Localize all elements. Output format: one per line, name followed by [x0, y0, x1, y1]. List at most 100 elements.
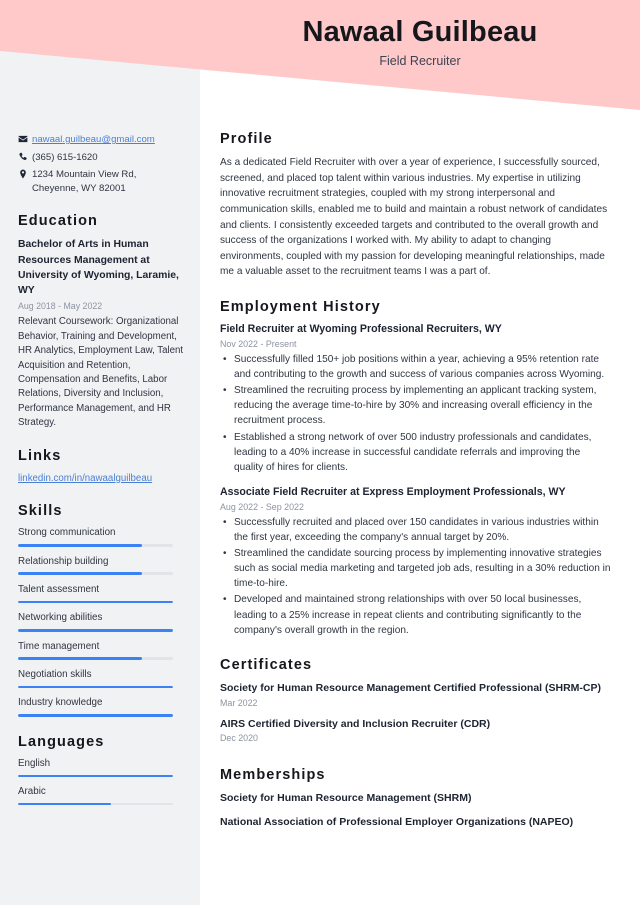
employment-heading: Employment History [220, 299, 381, 316]
skill-level-fill [18, 685, 173, 689]
skill-level-bar [18, 657, 173, 661]
employment-entry: Field Recruiter at Wyoming Professional … [220, 323, 612, 475]
contact-email-text[interactable]: nawaal.guilbeau@gmail.com [32, 133, 186, 147]
employment-list: Field Recruiter at Wyoming Professional … [220, 323, 612, 638]
profile-heading: Profile [220, 131, 273, 147]
skill-level-fill [18, 600, 173, 604]
certificates-heading: Certificates [220, 656, 313, 673]
profile-section: Profile As a dedicated Field Recruiter w… [220, 131, 612, 280]
candidate-name: Nawaal Guilbeau [302, 16, 538, 48]
languages-section: Languages English Arabic [18, 734, 186, 806]
skill-level-bar [18, 572, 173, 576]
employment-bullet: Streamlined the candidate sourcing proce… [220, 546, 612, 591]
certificate-entry: Society for Human Resource Management Ce… [220, 681, 612, 708]
contact-list: nawaal.guilbeau@gmail.com (365) 615-1620… [18, 133, 186, 195]
sidebar: nawaal.guilbeau@gmail.com (365) 615-1620… [0, 120, 200, 822]
main-column: Profile As a dedicated Field Recruiter w… [200, 120, 640, 849]
certificate-name: AIRS Certified Diversity and Inclusion R… [220, 717, 491, 730]
employment-bullet: Streamlined the recruiting process by im… [220, 383, 612, 428]
certificates-list: Society for Human Resource Management Ce… [220, 681, 612, 743]
certificate-name: Society for Human Resource Management Ce… [220, 681, 601, 694]
location-pin-icon [18, 168, 32, 179]
certificate-date: Mar 2022 [220, 697, 258, 708]
skill-label: Industry knowledge [18, 697, 103, 709]
skill-label: Negotiation skills [18, 669, 92, 681]
skill-level-fill [18, 629, 173, 632]
languages-list: English Arabic [18, 758, 186, 806]
employment-section: Employment History Field Recruiter at Wy… [220, 299, 612, 638]
contact-address-text: 1234 Mountain View Rd, Cheyenne, WY 8200… [32, 169, 137, 194]
skill-level-bar [18, 802, 173, 806]
skill-level-fill [18, 544, 142, 547]
skill-item: Negotiation skills [18, 669, 186, 689]
skill-item: Talent assessment [18, 584, 186, 604]
education-degree: Bachelor of Arts in Human Resources Mana… [18, 239, 179, 296]
employment-dates: Nov 2022 - Present [220, 338, 297, 349]
resume-document: Nawaal Guilbeau Field Recruiter nawaal.g… [0, 0, 640, 905]
skill-label: Talent assessment [18, 584, 100, 596]
contact-email-row[interactable]: nawaal.guilbeau@gmail.com [18, 133, 186, 147]
education-dates: Aug 2018 - May 2022 [18, 301, 103, 312]
employment-bullet: Successfully filled 150+ job positions w… [220, 352, 612, 382]
links-section: Links linkedin.com/in/nawaalguilbeau [18, 448, 186, 487]
employment-bullet: Developed and maintained strong relation… [220, 592, 612, 637]
skill-label: Time management [18, 640, 100, 652]
membership-name: Society for Human Resource Management (S… [220, 792, 472, 805]
links-heading: Links [18, 447, 62, 464]
membership-name: National Association of Professional Emp… [220, 815, 574, 828]
employment-entry: Associate Field Recruiter at Express Emp… [220, 486, 612, 638]
contact-phone-row: (365) 615-1620 [18, 151, 186, 165]
skill-label: Arabic [18, 786, 46, 798]
contact-address-row: 1234 Mountain View Rd, Cheyenne, WY 8200… [18, 168, 186, 195]
skill-label: Networking abilities [18, 612, 103, 624]
skill-item: Arabic [18, 786, 186, 806]
skill-label: English [18, 757, 51, 769]
skill-level-fill [18, 657, 142, 661]
employment-bullets: Successfully filled 150+ job positions w… [220, 352, 612, 475]
envelope-icon [18, 133, 32, 144]
employment-dates: Aug 2022 - Sep 2022 [220, 501, 304, 512]
skills-section: Skills Strong communication Relationship … [18, 503, 186, 717]
skill-label: Relationship building [18, 555, 109, 567]
skills-list: Strong communication Relationship buildin… [18, 527, 186, 717]
skill-item: Strong communication [18, 527, 186, 547]
skill-level-bar [18, 600, 173, 604]
skill-level-bar [18, 629, 173, 632]
skills-heading: Skills [18, 503, 63, 520]
link-linkedin[interactable]: linkedin.com/in/nawaalguilbeau [18, 473, 152, 484]
memberships-section: Memberships Society for Human Resource M… [220, 767, 612, 829]
skill-item: Networking abilities [18, 612, 186, 632]
skill-level-bar [18, 544, 173, 547]
certificate-entry: AIRS Certified Diversity and Inclusion R… [220, 717, 612, 744]
employment-bullet: Successfully recruited and placed over 1… [220, 515, 612, 545]
skill-level-bar [18, 714, 173, 717]
education-heading: Education [18, 213, 98, 230]
employment-role: Associate Field Recruiter at Express Emp… [220, 486, 566, 499]
skill-level-fill [18, 802, 111, 806]
skill-level-fill [18, 714, 173, 717]
skill-level-bar [18, 774, 173, 778]
skill-item: Relationship building [18, 555, 186, 576]
skill-level-fill [18, 774, 173, 778]
skill-level-bar [18, 685, 173, 689]
memberships-list: Society for Human Resource Management (S… [220, 791, 612, 829]
candidate-job-title: Field Recruiter [379, 53, 461, 68]
contact-phone-text: (365) 615-1620 [32, 151, 98, 163]
phone-icon [18, 151, 32, 162]
employment-role: Field Recruiter at Wyoming Professional … [220, 323, 502, 336]
skill-label: Strong communication [18, 527, 116, 539]
memberships-heading: Memberships [220, 767, 326, 784]
skill-item: English [18, 757, 186, 778]
employment-bullets: Successfully recruited and placed over 1… [220, 515, 612, 638]
languages-heading: Languages [18, 733, 105, 750]
profile-text: As a dedicated Field Recruiter with over… [220, 157, 608, 278]
skill-level-fill [18, 572, 142, 576]
employment-bullet: Established a strong network of over 500… [220, 430, 612, 475]
certificate-date: Dec 2020 [220, 733, 258, 744]
education-coursework: Relevant Coursework: Organizational Beha… [18, 316, 184, 429]
skill-item: Industry knowledge [18, 697, 186, 717]
education-section: Education Bachelor of Arts in Human Reso… [18, 213, 186, 430]
certificates-section: Certificates Society for Human Resource … [220, 657, 612, 743]
header: Nawaal Guilbeau Field Recruiter [200, 0, 640, 95]
link-item[interactable]: linkedin.com/in/nawaalguilbeau [18, 472, 186, 487]
